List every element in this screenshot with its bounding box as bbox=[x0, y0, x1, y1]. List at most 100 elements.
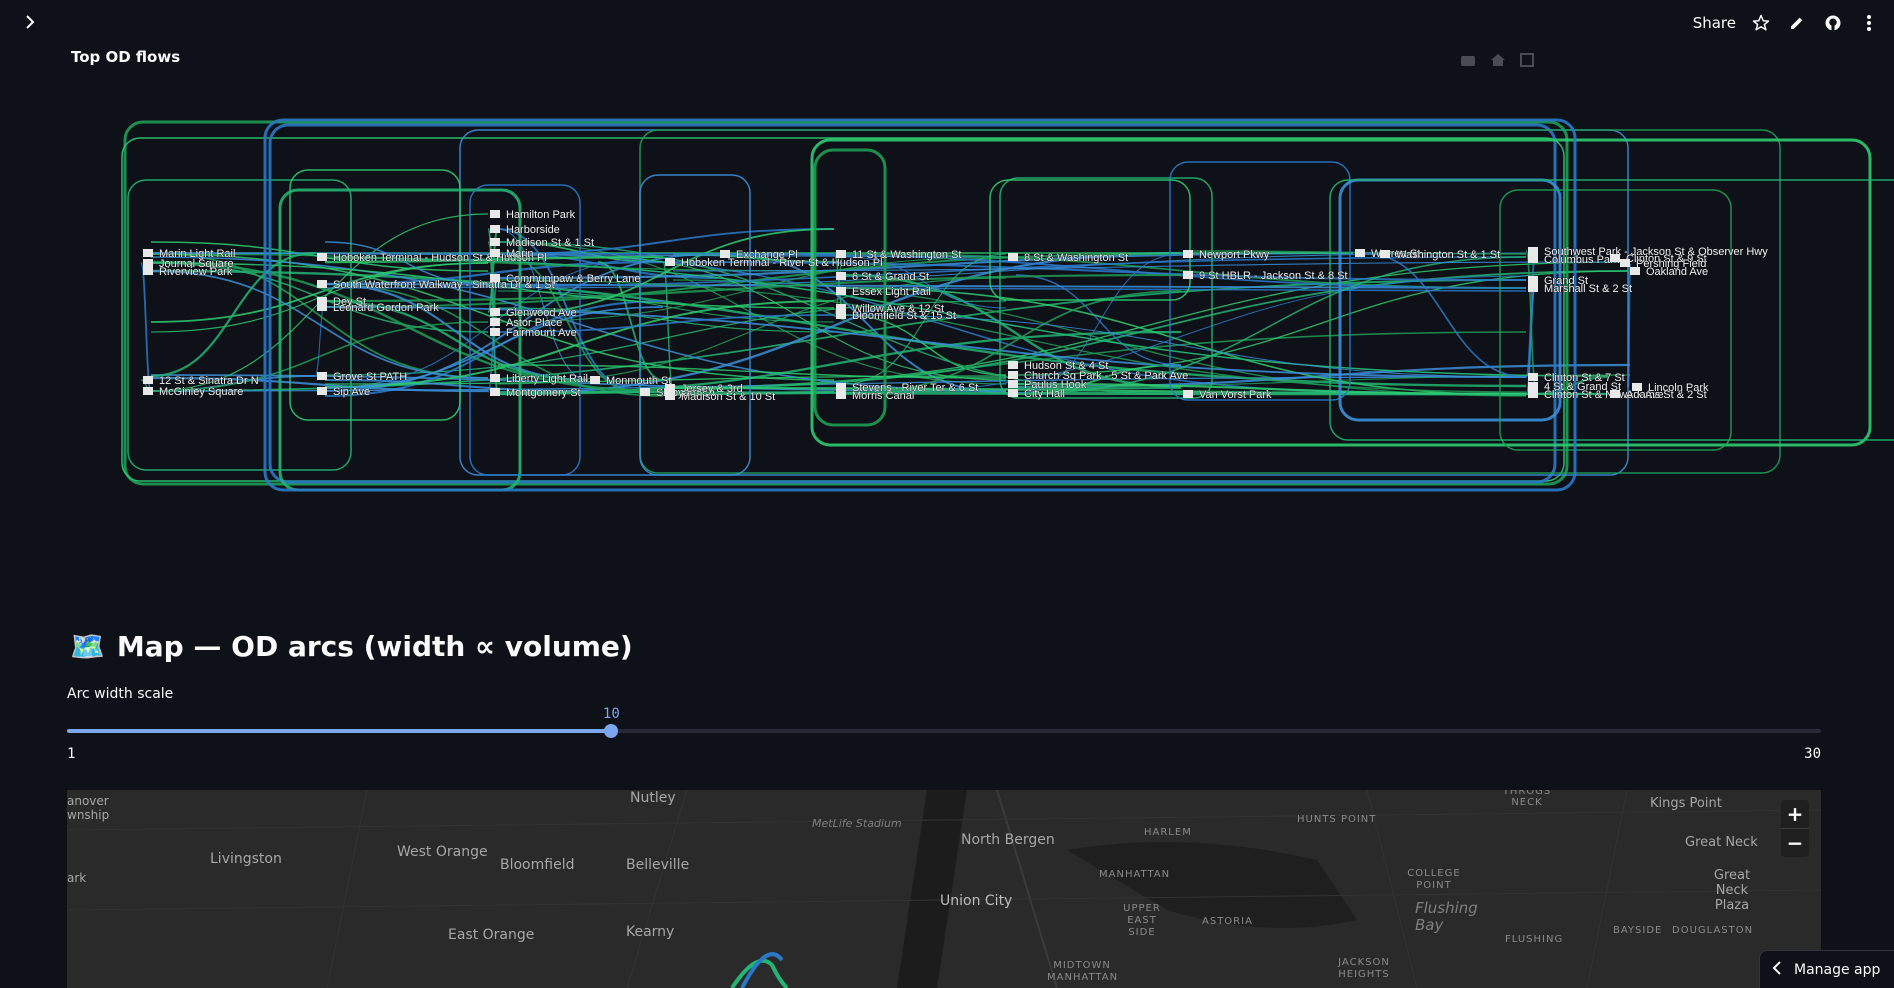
sankey-circular-link[interactable] bbox=[989, 179, 1191, 301]
sankey-node[interactable] bbox=[1632, 383, 1642, 391]
map-label: BAYSIDE bbox=[1613, 925, 1663, 936]
sankey-node[interactable] bbox=[1528, 284, 1538, 292]
sankey-node-label: Newport Pkwy bbox=[1199, 249, 1270, 261]
sankey-node-label: Monmouth St bbox=[606, 375, 671, 387]
sankey-node[interactable] bbox=[665, 384, 675, 392]
sankey-node[interactable] bbox=[836, 383, 846, 391]
sankey-node[interactable] bbox=[1630, 267, 1640, 275]
sankey-node-label: Morris Canal bbox=[852, 390, 914, 402]
sankey-node[interactable] bbox=[665, 258, 675, 266]
map-label: Great Neck Plaza bbox=[1713, 868, 1751, 913]
sankey-link[interactable] bbox=[662, 261, 674, 389]
map-section-heading: 🗺️ Map — OD arcs (width ∝ volume) bbox=[70, 630, 633, 663]
sankey-node[interactable] bbox=[317, 280, 327, 288]
map-label: wnship bbox=[67, 808, 110, 822]
slider-min-label: 1 bbox=[67, 746, 76, 762]
map-label: COLLEGE POINT bbox=[1407, 868, 1461, 891]
sankey-node[interactable] bbox=[143, 267, 153, 275]
manage-app-button[interactable]: Manage app bbox=[1759, 950, 1894, 988]
sankey-chart[interactable]: Marin Light RailJournal SquareRiverview … bbox=[0, 0, 1894, 560]
sankey-node[interactable] bbox=[1355, 249, 1365, 257]
sankey-node[interactable] bbox=[1008, 380, 1018, 388]
sankey-node[interactable] bbox=[490, 210, 500, 218]
slider-thumb[interactable] bbox=[604, 724, 619, 738]
sankey-node[interactable] bbox=[1610, 390, 1620, 398]
sankey-node[interactable] bbox=[836, 250, 846, 258]
sankey-node-label: Liberty Light Rail bbox=[506, 373, 588, 385]
sankey-node[interactable] bbox=[1528, 390, 1538, 398]
map-label: Union City bbox=[940, 893, 1013, 909]
sankey-node-label: Communipaw & Berry Lane bbox=[506, 273, 641, 285]
sankey-node[interactable] bbox=[1183, 271, 1193, 279]
sankey-node[interactable] bbox=[1528, 373, 1538, 381]
sankey-node[interactable] bbox=[490, 388, 500, 396]
sankey-node[interactable] bbox=[1528, 276, 1538, 284]
map-canvas[interactable]: Nutley Livingston West Orange Bloomfield… bbox=[67, 790, 1821, 988]
sankey-node-label: 9 St HBLR - Jackson St & 8 St bbox=[1199, 270, 1348, 282]
sankey-node[interactable] bbox=[143, 249, 153, 257]
sankey-node[interactable] bbox=[1008, 371, 1018, 379]
map-label: Kings Point bbox=[1650, 796, 1722, 811]
sankey-node[interactable] bbox=[1183, 390, 1193, 398]
sankey-node[interactable] bbox=[1008, 253, 1018, 261]
sankey-node[interactable] bbox=[490, 374, 500, 382]
sankey-node[interactable] bbox=[1528, 255, 1538, 263]
zoom-out-button[interactable]: − bbox=[1781, 828, 1809, 857]
sankey-circular-link[interactable] bbox=[127, 179, 352, 471]
sankey-circular-link[interactable] bbox=[1329, 179, 1894, 441]
sankey-node-label: Marin bbox=[506, 248, 534, 260]
sankey-node[interactable] bbox=[836, 391, 846, 399]
sankey-node[interactable] bbox=[836, 311, 846, 319]
sankey-node[interactable] bbox=[1008, 361, 1018, 369]
sankey-node-label: Essex Light Rail bbox=[852, 286, 931, 298]
sankey-node-label: Harborside bbox=[506, 224, 560, 236]
sankey-node[interactable] bbox=[1008, 389, 1018, 397]
sankey-node[interactable] bbox=[1620, 259, 1630, 267]
sankey-node[interactable] bbox=[317, 303, 327, 311]
sankey-node-label: Lincoln Park bbox=[1648, 382, 1709, 394]
map-label: North Bergen bbox=[961, 832, 1055, 848]
sankey-node-label: Washington St & 1 St bbox=[1396, 249, 1500, 261]
chevron-left-icon bbox=[1772, 960, 1782, 979]
sankey-node[interactable] bbox=[490, 238, 500, 246]
sankey-node-label: Oakland Ave bbox=[1646, 266, 1708, 278]
map-label: Nutley bbox=[630, 790, 676, 806]
sankey-node[interactable] bbox=[665, 392, 675, 400]
map-label: FLUSHING bbox=[1505, 934, 1564, 945]
manage-app-label: Manage app bbox=[1794, 961, 1881, 978]
sankey-node-label: Van Vorst Park bbox=[1199, 389, 1272, 401]
sankey-node[interactable] bbox=[490, 249, 500, 257]
sankey-node[interactable] bbox=[143, 387, 153, 395]
map-label: Flushing Bay bbox=[1415, 899, 1478, 934]
sankey-node[interactable] bbox=[1610, 254, 1620, 262]
sankey-node[interactable] bbox=[490, 328, 500, 336]
sankey-node-label: McGinley Square bbox=[159, 386, 243, 398]
map-label: HARLEM bbox=[1144, 827, 1192, 838]
sankey-node[interactable] bbox=[317, 372, 327, 380]
sankey-link[interactable] bbox=[1362, 252, 1527, 378]
sankey-node[interactable] bbox=[490, 225, 500, 233]
map-label: MANHATTAN bbox=[1099, 869, 1171, 880]
sankey-node-label: Madison St & 10 St bbox=[681, 391, 775, 403]
zoom-in-button[interactable]: + bbox=[1781, 800, 1809, 828]
sankey-node-label: 8 St & Washington St bbox=[1024, 252, 1128, 264]
sankey-node[interactable] bbox=[490, 274, 500, 282]
sankey-node[interactable] bbox=[590, 376, 600, 384]
sankey-node[interactable] bbox=[143, 376, 153, 384]
sankey-node[interactable] bbox=[1528, 247, 1538, 255]
sankey-link[interactable] bbox=[140, 262, 152, 392]
sankey-node[interactable] bbox=[143, 259, 153, 267]
sankey-node[interactable] bbox=[1183, 250, 1193, 258]
sankey-circular-link[interactable] bbox=[1499, 189, 1732, 451]
arc-width-slider[interactable] bbox=[67, 724, 1821, 738]
sankey-node[interactable] bbox=[317, 253, 327, 261]
sankey-node[interactable] bbox=[1528, 382, 1538, 390]
sankey-node[interactable] bbox=[836, 304, 846, 312]
sankey-node[interactable] bbox=[640, 388, 650, 396]
sankey-node[interactable] bbox=[490, 318, 500, 326]
sankey-node[interactable] bbox=[490, 308, 500, 316]
sankey-node[interactable] bbox=[317, 387, 327, 395]
sankey-node[interactable] bbox=[836, 272, 846, 280]
sankey-node[interactable] bbox=[836, 287, 846, 295]
sankey-node[interactable] bbox=[1380, 250, 1390, 258]
